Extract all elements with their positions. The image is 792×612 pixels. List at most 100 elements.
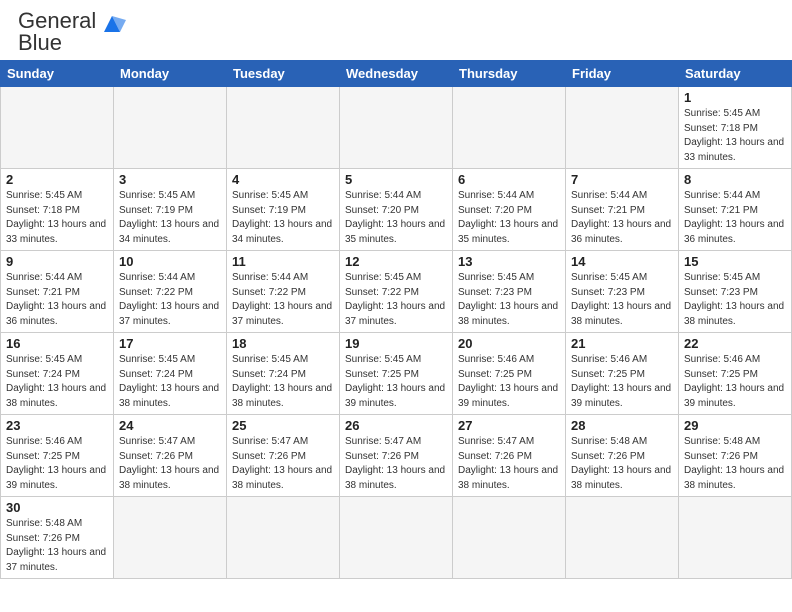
calendar-day-cell: 9Sunrise: 5:44 AM Sunset: 7:21 PM Daylig… xyxy=(1,251,114,333)
day-number: 1 xyxy=(684,90,786,105)
day-number: 24 xyxy=(119,418,221,433)
day-info: Sunrise: 5:44 AM Sunset: 7:20 PM Dayligh… xyxy=(458,189,560,247)
calendar-day-cell xyxy=(340,497,453,579)
calendar-day-cell xyxy=(1,87,114,169)
calendar-day-cell xyxy=(227,497,340,579)
day-info: Sunrise: 5:46 AM Sunset: 7:25 PM Dayligh… xyxy=(458,353,560,411)
day-number: 16 xyxy=(6,336,108,351)
day-info: Sunrise: 5:44 AM Sunset: 7:21 PM Dayligh… xyxy=(6,271,108,329)
calendar-day-cell: 25 Sunrise: 5:47 AM Sunset: 7:26 PM Dayli… xyxy=(227,415,340,497)
calendar-day-cell: 12 Sunrise: 5:45 AM Sunset: 7:22 PM Dayli… xyxy=(340,251,453,333)
day-number: 28 xyxy=(571,418,673,433)
day-info: Sunrise: 5:45 AM Sunset: 7:24 PM Dayligh… xyxy=(119,353,221,411)
weekday-header-tuesday: Tuesday xyxy=(227,61,340,87)
calendar-day-cell: 17 Sunrise: 5:45 AM Sunset: 7:24 PM Dayli… xyxy=(114,333,227,415)
calendar-week-row: 2 Sunrise: 5:45 AM Sunset: 7:18 PM Daylig… xyxy=(1,169,792,251)
calendar-day-cell: 20 Sunrise: 5:46 AM Sunset: 7:25 PM Dayli… xyxy=(453,333,566,415)
logo-blue-text: Blue xyxy=(18,30,62,55)
day-info: Sunrise: 5:45 AM Sunset: 7:24 PM Dayligh… xyxy=(6,353,108,411)
calendar-day-cell: 19 Sunrise: 5:45 AM Sunset: 7:25 PM Dayli… xyxy=(340,333,453,415)
calendar-day-cell: 14Sunrise: 5:45 AM Sunset: 7:23 PM Dayli… xyxy=(566,251,679,333)
day-info: Sunrise: 5:45 AM Sunset: 7:19 PM Dayligh… xyxy=(119,189,221,247)
weekday-header-saturday: Saturday xyxy=(679,61,792,87)
day-number: 12 xyxy=(345,254,447,269)
calendar-day-cell: 5 Sunrise: 5:44 AM Sunset: 7:20 PM Daylig… xyxy=(340,169,453,251)
day-info: Sunrise: 5:44 AM Sunset: 7:22 PM Dayligh… xyxy=(119,271,221,329)
day-info: Sunrise: 5:47 AM Sunset: 7:26 PM Dayligh… xyxy=(119,435,221,493)
calendar-week-row: 23 Sunrise: 5:46 AM Sunset: 7:25 PM Dayli… xyxy=(1,415,792,497)
calendar-day-cell: 21 Sunrise: 5:46 AM Sunset: 7:25 PM Dayli… xyxy=(566,333,679,415)
calendar-day-cell xyxy=(453,497,566,579)
weekday-header-monday: Monday xyxy=(114,61,227,87)
day-number: 21 xyxy=(571,336,673,351)
day-number: 23 xyxy=(6,418,108,433)
calendar-day-cell: 23 Sunrise: 5:46 AM Sunset: 7:25 PM Dayli… xyxy=(1,415,114,497)
day-number: 10 xyxy=(119,254,221,269)
day-info: Sunrise: 5:46 AM Sunset: 7:25 PM Dayligh… xyxy=(6,435,108,493)
day-info: Sunrise: 5:47 AM Sunset: 7:26 PM Dayligh… xyxy=(458,435,560,493)
calendar-day-cell: 11Sunrise: 5:44 AM Sunset: 7:22 PM Dayli… xyxy=(227,251,340,333)
calendar-week-row: 1Sunrise: 5:45 AM Sunset: 7:18 PM Daylig… xyxy=(1,87,792,169)
calendar-day-cell: 29Sunrise: 5:48 AM Sunset: 7:26 PM Dayli… xyxy=(679,415,792,497)
day-info: Sunrise: 5:45 AM Sunset: 7:23 PM Dayligh… xyxy=(571,271,673,329)
calendar-day-cell xyxy=(340,87,453,169)
day-number: 7 xyxy=(571,172,673,187)
day-info: Sunrise: 5:47 AM Sunset: 7:26 PM Dayligh… xyxy=(345,435,447,493)
logo: General Blue xyxy=(18,10,126,54)
day-info: Sunrise: 5:44 AM Sunset: 7:20 PM Dayligh… xyxy=(345,189,447,247)
day-info: Sunrise: 5:47 AM Sunset: 7:26 PM Dayligh… xyxy=(232,435,334,493)
day-info: Sunrise: 5:45 AM Sunset: 7:19 PM Dayligh… xyxy=(232,189,334,247)
calendar-day-cell: 2 Sunrise: 5:45 AM Sunset: 7:18 PM Daylig… xyxy=(1,169,114,251)
day-number: 19 xyxy=(345,336,447,351)
day-info: Sunrise: 5:45 AM Sunset: 7:23 PM Dayligh… xyxy=(458,271,560,329)
calendar-day-cell: 24 Sunrise: 5:47 AM Sunset: 7:26 PM Dayli… xyxy=(114,415,227,497)
calendar-day-cell: 6Sunrise: 5:44 AM Sunset: 7:20 PM Daylig… xyxy=(453,169,566,251)
calendar-day-cell xyxy=(566,87,679,169)
day-info: Sunrise: 5:48 AM Sunset: 7:26 PM Dayligh… xyxy=(6,517,108,575)
calendar-day-cell xyxy=(453,87,566,169)
calendar-day-cell: 7 Sunrise: 5:44 AM Sunset: 7:21 PM Daylig… xyxy=(566,169,679,251)
calendar-table: SundayMondayTuesdayWednesdayThursdayFrid… xyxy=(0,60,792,579)
day-number: 18 xyxy=(232,336,334,351)
day-number: 17 xyxy=(119,336,221,351)
calendar-day-cell xyxy=(114,497,227,579)
day-info: Sunrise: 5:45 AM Sunset: 7:24 PM Dayligh… xyxy=(232,353,334,411)
day-info: Sunrise: 5:45 AM Sunset: 7:18 PM Dayligh… xyxy=(6,189,108,247)
day-number: 5 xyxy=(345,172,447,187)
calendar-day-cell: 8Sunrise: 5:44 AM Sunset: 7:21 PM Daylig… xyxy=(679,169,792,251)
day-number: 29 xyxy=(684,418,786,433)
calendar-day-cell xyxy=(227,87,340,169)
calendar-body: 1 Sunrise: 5:45 AM Sunset: 7:18 PM Daylig… xyxy=(1,87,792,579)
calendar-day-cell xyxy=(679,497,792,579)
calendar-day-cell: 4 Sunrise: 5:45 AM Sunset: 7:19 PM Daylig… xyxy=(227,169,340,251)
day-number: 30 xyxy=(6,500,108,515)
calendar-day-cell: 13 Sunrise: 5:45 AM Sunset: 7:23 PM Dayli… xyxy=(453,251,566,333)
calendar-day-cell: 22Sunrise: 5:46 AM Sunset: 7:25 PM Dayli… xyxy=(679,333,792,415)
day-number: 26 xyxy=(345,418,447,433)
logo-icon xyxy=(98,10,126,38)
calendar-day-cell: 28 Sunrise: 5:48 AM Sunset: 7:26 PM Dayli… xyxy=(566,415,679,497)
day-number: 4 xyxy=(232,172,334,187)
day-info: Sunrise: 5:45 AM Sunset: 7:22 PM Dayligh… xyxy=(345,271,447,329)
calendar-day-cell: 16 Sunrise: 5:45 AM Sunset: 7:24 PM Dayli… xyxy=(1,333,114,415)
day-number: 8 xyxy=(684,172,786,187)
day-info: Sunrise: 5:44 AM Sunset: 7:21 PM Dayligh… xyxy=(571,189,673,247)
calendar-day-cell xyxy=(114,87,227,169)
day-number: 25 xyxy=(232,418,334,433)
calendar-day-cell: 3 Sunrise: 5:45 AM Sunset: 7:19 PM Daylig… xyxy=(114,169,227,251)
calendar-day-cell: 10 Sunrise: 5:44 AM Sunset: 7:22 PM Dayli… xyxy=(114,251,227,333)
day-number: 13 xyxy=(458,254,560,269)
day-number: 2 xyxy=(6,172,108,187)
day-number: 3 xyxy=(119,172,221,187)
calendar-day-cell: 15Sunrise: 5:45 AM Sunset: 7:23 PM Dayli… xyxy=(679,251,792,333)
calendar-week-row: 9Sunrise: 5:44 AM Sunset: 7:21 PM Daylig… xyxy=(1,251,792,333)
day-info: Sunrise: 5:48 AM Sunset: 7:26 PM Dayligh… xyxy=(571,435,673,493)
day-info: Sunrise: 5:45 AM Sunset: 7:25 PM Dayligh… xyxy=(345,353,447,411)
day-number: 20 xyxy=(458,336,560,351)
calendar-day-cell: 27 Sunrise: 5:47 AM Sunset: 7:26 PM Dayli… xyxy=(453,415,566,497)
day-number: 27 xyxy=(458,418,560,433)
weekday-header-wednesday: Wednesday xyxy=(340,61,453,87)
weekday-header-friday: Friday xyxy=(566,61,679,87)
day-info: Sunrise: 5:46 AM Sunset: 7:25 PM Dayligh… xyxy=(571,353,673,411)
calendar-day-cell: 26 Sunrise: 5:47 AM Sunset: 7:26 PM Dayli… xyxy=(340,415,453,497)
